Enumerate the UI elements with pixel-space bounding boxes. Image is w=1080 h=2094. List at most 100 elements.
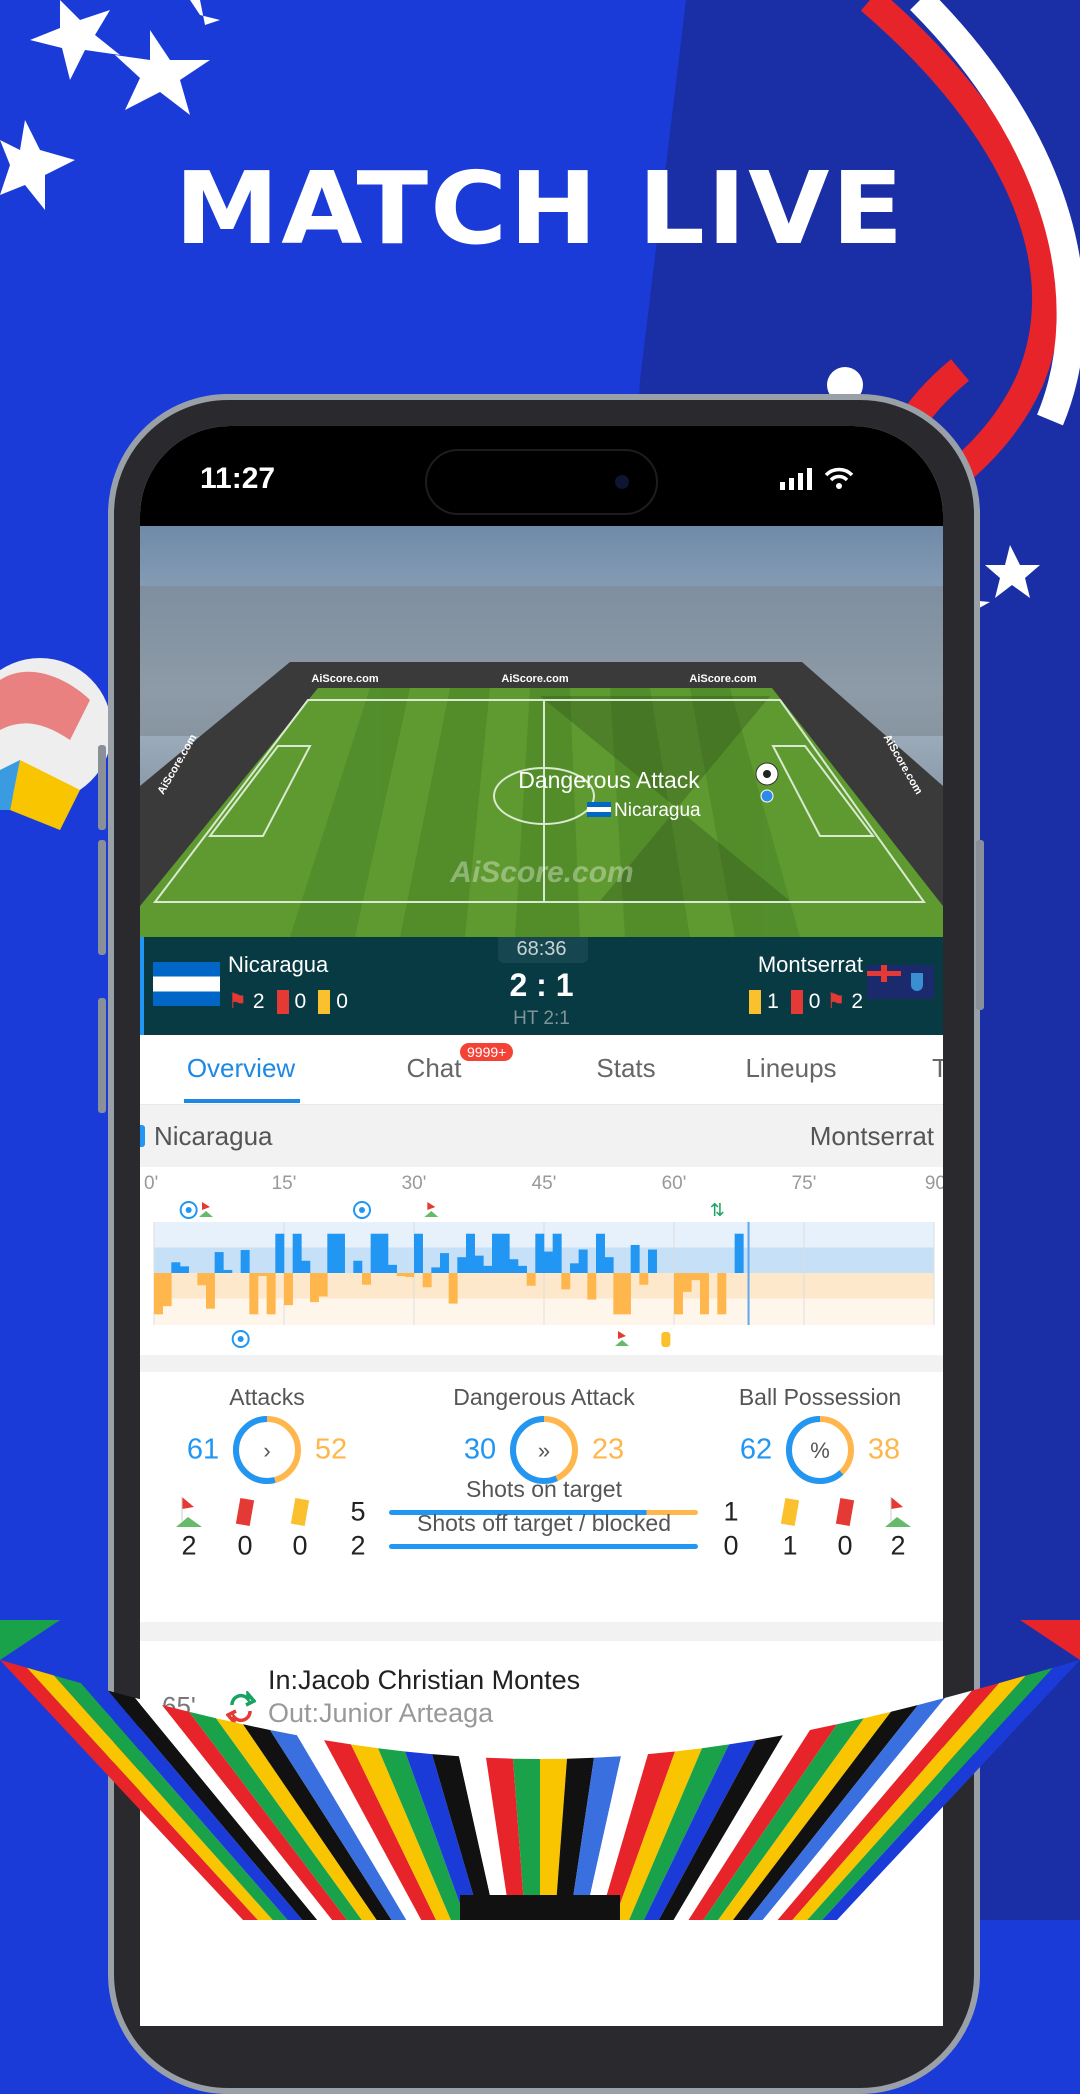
away-pressure-bar [526, 1273, 536, 1286]
home-pressure-bar [544, 1251, 553, 1273]
away-pressure-bar [622, 1273, 631, 1315]
yellow-card-icon [780, 1497, 800, 1527]
home-pressure-bar [301, 1260, 311, 1273]
away-red: 0 [808, 989, 821, 1013]
shots-on-target-label: Shots on target [466, 1476, 622, 1502]
away-pressure-bar [284, 1273, 293, 1306]
tick-label: 90 [925, 1173, 943, 1194]
away-yellow-cards: 1 [782, 1530, 798, 1561]
ribbon-stripe [0, 1620, 60, 1660]
tab-lineups[interactable]: Lineups [745, 1053, 836, 1084]
away-pressure-bar [691, 1273, 701, 1281]
away-pressure-bar [396, 1273, 406, 1277]
home-value: 30 [463, 1433, 497, 1466]
triple-chevron-icon: » [538, 1438, 550, 1463]
tick-label: 15' [272, 1173, 297, 1194]
wifi-icon [824, 467, 854, 489]
home-pressure-bar [327, 1233, 337, 1273]
red-card-icon [790, 989, 803, 1014]
corner-icon [885, 1497, 911, 1527]
home-value: 62 [739, 1433, 773, 1466]
tab-more[interactable]: T [932, 1053, 943, 1084]
home-pressure-bar [734, 1233, 744, 1273]
home-pressure-bar [180, 1266, 189, 1273]
tab-overview[interactable]: Overview [187, 1053, 295, 1084]
corner-icon [615, 1331, 629, 1346]
tick-label: 75' [792, 1173, 817, 1194]
dynamic-island [425, 449, 658, 515]
away-shots-off: 0 [723, 1530, 739, 1561]
ring-label: Ball Possession [738, 1384, 902, 1410]
away-red-cards: 0 [837, 1530, 853, 1561]
shots-off-target-bar [389, 1544, 698, 1549]
away-pressure-bar [249, 1273, 259, 1315]
pitch-event-label: Dangerous Attack [518, 767, 700, 793]
home-pressure-bar [570, 1263, 579, 1273]
home-pressure-bar [275, 1233, 285, 1273]
away-pressure-bar [587, 1273, 597, 1300]
soccer-ball-decoration [0, 658, 112, 830]
home-pressure-bar [492, 1233, 501, 1273]
board-text: AiScore.com [501, 673, 568, 685]
promo-title: MATCH LIVE [174, 150, 906, 267]
substitution-icon: ⇅ [710, 1200, 725, 1220]
home-pressure-bar [379, 1233, 389, 1273]
away-pressure-bar [318, 1273, 328, 1297]
pitch-watermark: AiScore.com [449, 856, 633, 889]
away-team-label: Montserrat [809, 1121, 934, 1151]
ring-chart: % [786, 1416, 854, 1484]
home-pressure-bar [500, 1233, 510, 1273]
away-pressure-bar [682, 1273, 692, 1292]
home-pressure-bar [552, 1233, 562, 1273]
flag-ribbon-decoration [0, 1620, 1080, 1920]
home-pressure-bar [370, 1233, 380, 1273]
home-pressure-bar [509, 1259, 519, 1273]
board-text: AiScore.com [311, 673, 378, 685]
%-icon: % [810, 1438, 830, 1463]
away-value: 23 [591, 1433, 625, 1466]
shots-off-target-label: Shots off target / blocked [416, 1510, 672, 1536]
home-value: 61 [186, 1433, 220, 1466]
live-pitch-view: AiScore.com AiScore.com AiScore.com AiSc… [140, 526, 943, 937]
tab-bar: Overview Chat 9999+ Stats Lineups T [140, 1035, 943, 1105]
home-pressure-bar [171, 1262, 181, 1273]
yellow-card-icon [661, 1332, 671, 1347]
away-pressure-bar [162, 1273, 172, 1307]
away-pressure-bar [206, 1273, 215, 1309]
status-time: 11:27 [200, 462, 276, 495]
home-pressure-bar [440, 1253, 449, 1273]
away-value: 38 [867, 1433, 901, 1466]
away-pressure-bar [561, 1273, 571, 1290]
corner-flag-icon: ⚑ [826, 990, 846, 1013]
tick-label: 60' [662, 1173, 687, 1194]
away-pressure-bar [310, 1273, 319, 1303]
ribbon-stripe [460, 1895, 620, 1920]
phone-button [98, 745, 106, 830]
tick-label: 45' [532, 1173, 557, 1194]
home-pressure-bar [240, 1250, 250, 1273]
phone-button [976, 840, 984, 1010]
home-pressure-bar [474, 1255, 484, 1273]
home-pressure-bar [648, 1249, 657, 1273]
away-corners: 2 [851, 989, 863, 1013]
home-pressure-bar [414, 1233, 423, 1273]
tab-chat[interactable]: Chat [407, 1053, 462, 1084]
pressure-chart: 0' 15' 30' 45' 60' 75' 90 ⇅ [144, 1173, 943, 1348]
chat-badge: 9999+ [460, 1043, 514, 1061]
home-corners: 2 [181, 1530, 197, 1561]
home-pressure-bar [466, 1233, 475, 1273]
away-pressure-bar [613, 1273, 623, 1315]
home-pressure-bar [223, 1269, 233, 1273]
home-pressure-bar [336, 1233, 345, 1273]
pitch-event-team: Nicaragua [614, 800, 701, 821]
tick-label: 0' [144, 1173, 158, 1194]
section-divider [140, 1355, 943, 1372]
away-pressure-bar [197, 1273, 207, 1286]
red-card-icon [235, 1497, 255, 1527]
tab-stats[interactable]: Stats [596, 1053, 655, 1084]
home-pressure-bar [578, 1249, 588, 1273]
away-pressure-bar [362, 1273, 371, 1285]
ring-chart: › [233, 1416, 301, 1484]
away-yellow: 1 [767, 989, 779, 1013]
away-pressure-bar [700, 1273, 709, 1315]
